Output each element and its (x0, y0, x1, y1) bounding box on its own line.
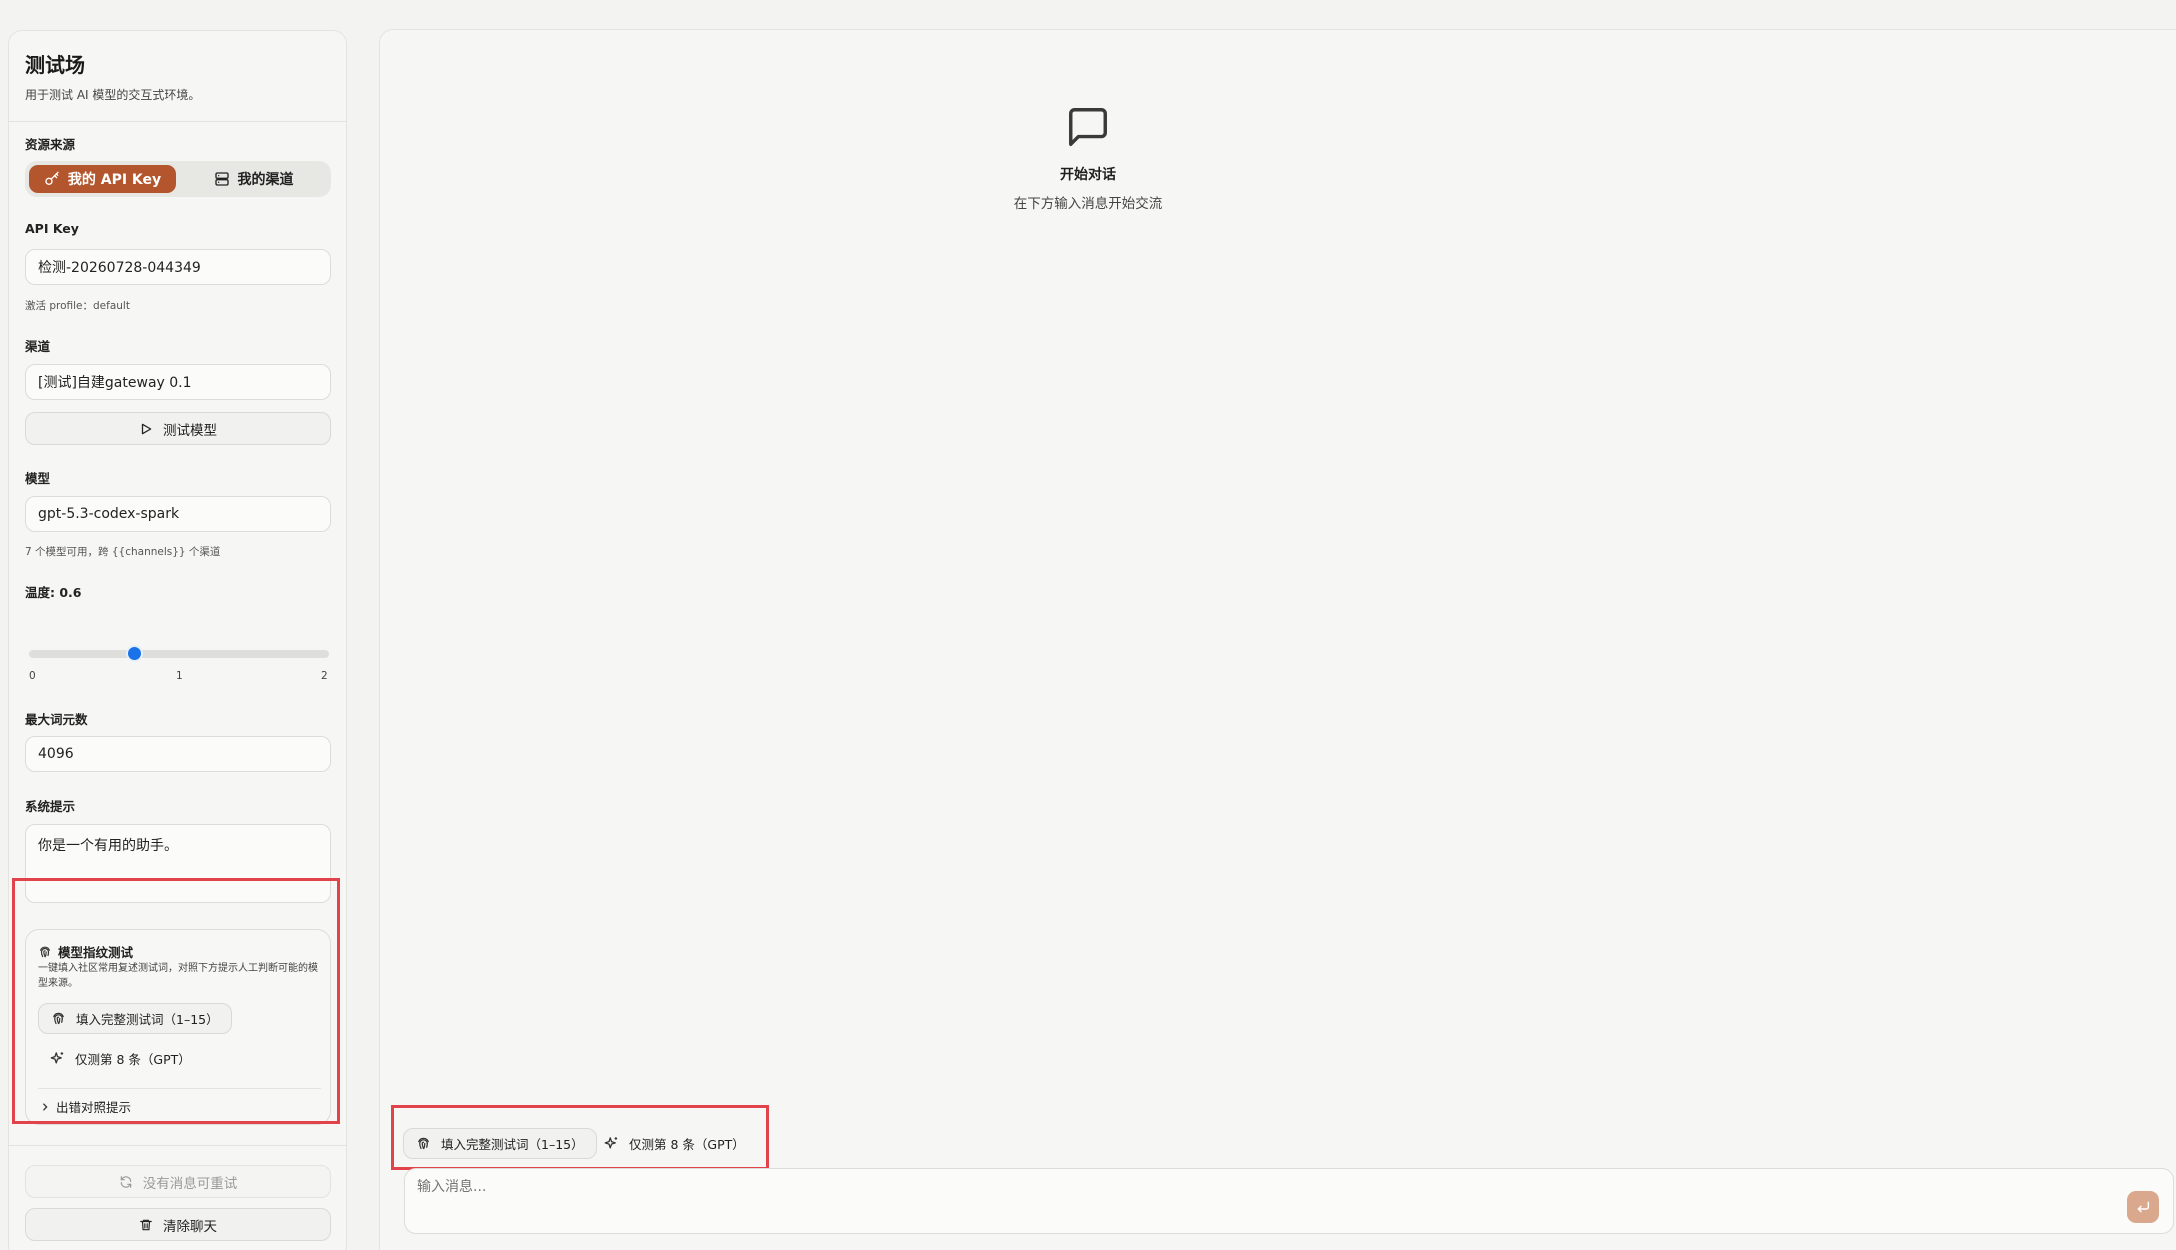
empty-state-subtitle: 在下方输入消息开始交流 (1013, 196, 1163, 212)
temperature-slider-thumb[interactable] (126, 645, 143, 662)
max-tokens-input[interactable]: 4096 (25, 736, 331, 772)
model-label: 模型 (25, 471, 51, 486)
sidebar-header: 测试场 用于测试 AI 模型的交互式环境。 (9, 31, 346, 122)
key-icon (44, 171, 60, 187)
clear-chat-label: 清除聊天 (163, 1218, 217, 1235)
highlight-box-fingerprint (12, 878, 340, 1124)
page-title: 测试场 (25, 53, 85, 77)
temperature-tick-mid: 1 (176, 670, 183, 682)
test-model-button[interactable]: 测试模型 (25, 412, 331, 445)
temperature-tick-max: 2 (321, 670, 328, 682)
model-hint: 7 个模型可用，跨 {{channels}} 个渠道 (25, 546, 221, 558)
temperature-tick-min: 0 (29, 670, 36, 682)
enter-icon (2135, 1199, 2151, 1215)
retry-label: 没有消息可重试 (142, 1175, 238, 1192)
message-input[interactable] (417, 1179, 1917, 1195)
sidebar-divider (9, 1145, 346, 1146)
api-key-select[interactable]: 检测-20260728-044349 (25, 249, 331, 285)
max-tokens-label: 最大词元数 (25, 712, 88, 727)
server-icon (214, 171, 230, 187)
page-subtitle: 用于测试 AI 模型的交互式环境。 (25, 88, 201, 102)
temperature-slider-track[interactable] (29, 650, 329, 658)
empty-state-title: 开始对话 (1060, 167, 1116, 183)
api-key-label: API Key (25, 221, 79, 236)
trash-icon (139, 1218, 153, 1232)
message-square-icon (1065, 104, 1111, 150)
highlight-box-quick-actions (391, 1105, 769, 1170)
clear-chat-button[interactable]: 清除聊天 (25, 1208, 331, 1241)
active-profile-hint: 激活 profile：default (25, 300, 130, 312)
channel-label: 渠道 (25, 339, 51, 354)
play-icon (139, 422, 153, 436)
message-composer (404, 1168, 2174, 1234)
empty-state: 开始对话 在下方输入消息开始交流 (888, 104, 1288, 212)
refresh-icon (119, 1175, 133, 1189)
source-label: 资源来源 (25, 137, 76, 152)
source-toggle: 我的 API Key 我的渠道 (25, 161, 331, 197)
tab-my-api-key-label: 我的 API Key (67, 172, 162, 188)
chat-panel (379, 29, 2176, 1250)
retry-button[interactable]: 没有消息可重试 (25, 1165, 331, 1198)
tab-my-channels[interactable]: 我的渠道 (180, 165, 327, 193)
test-model-label: 测试模型 (163, 422, 217, 439)
tab-my-channels-label: 我的渠道 (237, 172, 294, 188)
tab-my-api-key[interactable]: 我的 API Key (29, 165, 176, 193)
channel-select[interactable]: [测试]自建gateway 0.1 (25, 364, 331, 400)
send-button[interactable] (2127, 1191, 2159, 1223)
system-prompt-label: 系统提示 (25, 799, 76, 814)
temperature-label: 温度: 0.6 (25, 585, 82, 600)
model-select[interactable]: gpt-5.3-codex-spark (25, 496, 331, 532)
